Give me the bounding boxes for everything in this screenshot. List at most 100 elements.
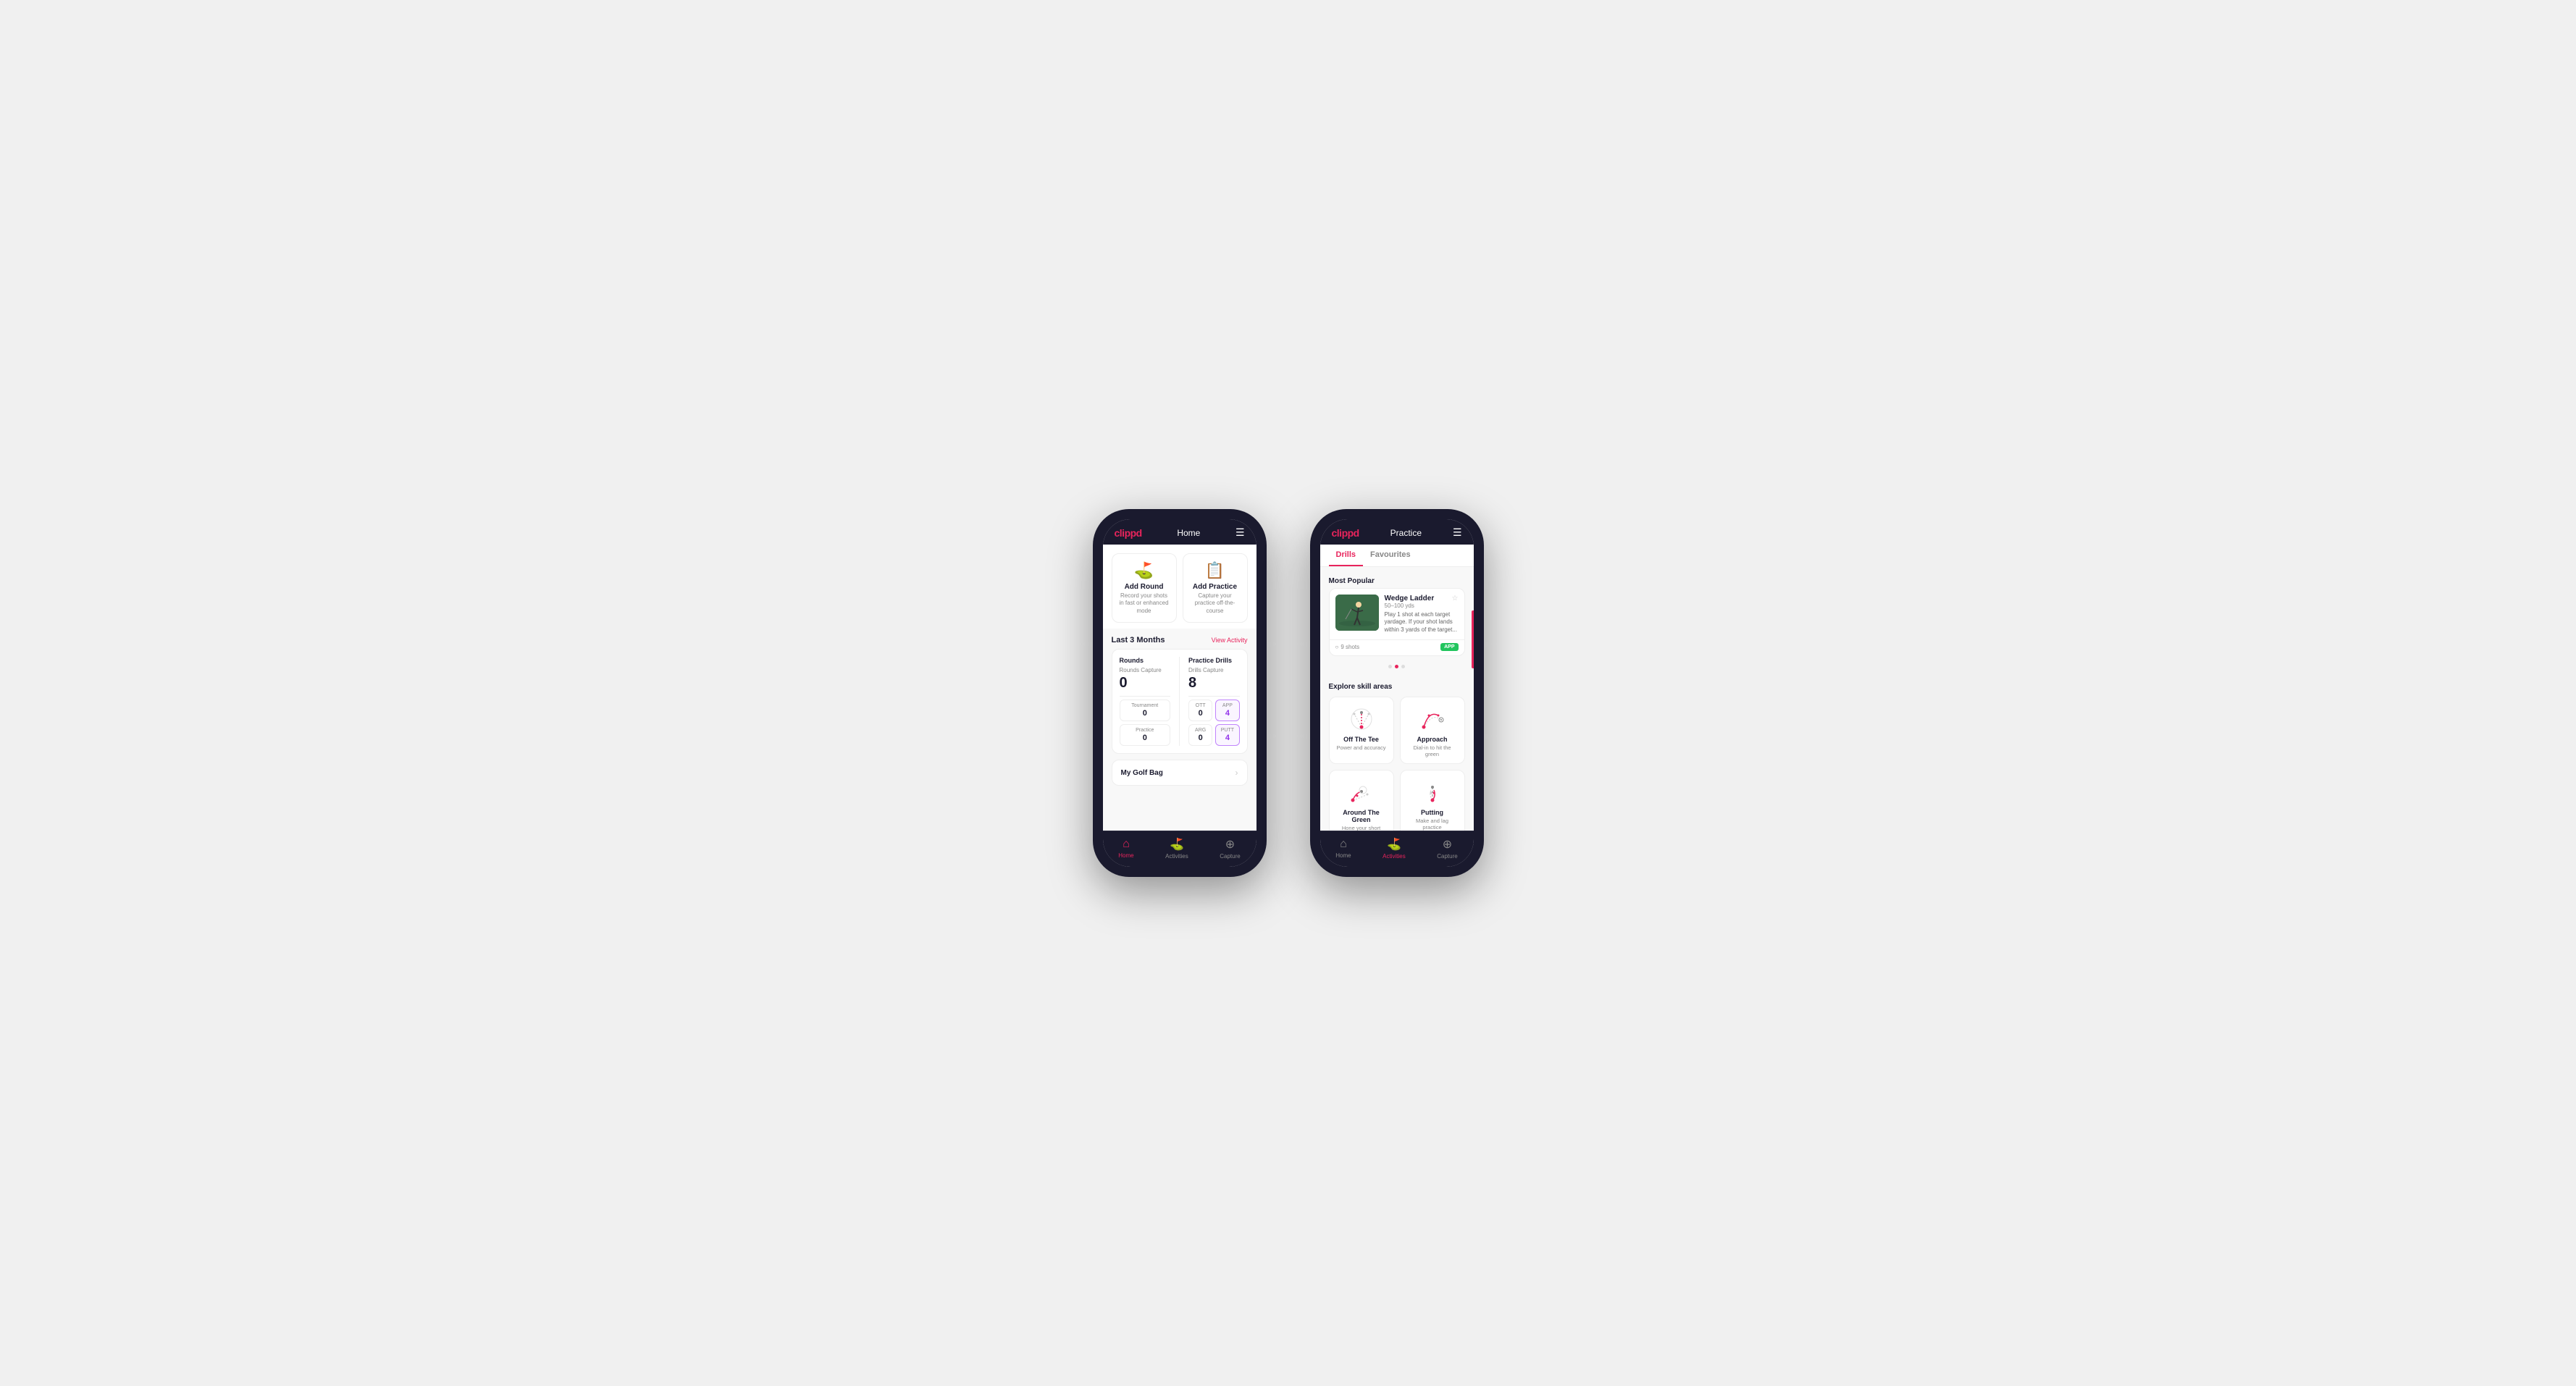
tournament-val: 0	[1123, 709, 1167, 718]
top-bar-home: clippd Home ☰	[1103, 519, 1256, 545]
atg-icon-wrap	[1346, 779, 1377, 805]
drills-capture-label: Drills Capture	[1188, 667, 1240, 673]
skill-areas-title: Explore skill areas	[1320, 679, 1474, 694]
phone-practice: clippd Practice ☰ Drills Favourites Most…	[1310, 509, 1484, 877]
nav-capture[interactable]: ⊕ Capture	[1220, 837, 1240, 860]
favourite-star[interactable]: ☆	[1452, 595, 1459, 602]
bottom-nav-home: ⌂ Home ⛳ Activities ⊕ Capture	[1103, 831, 1256, 867]
tab-drills[interactable]: Drills	[1329, 545, 1364, 566]
nav-activities-p2[interactable]: ⛳ Activities	[1383, 837, 1406, 860]
home-nav-label-p2: Home	[1335, 852, 1351, 859]
drill-description: Play 1 shot at each target yardage. If y…	[1385, 611, 1459, 634]
rounds-breakdown: Tournament 0	[1120, 700, 1171, 721]
drills-title: Practice Drills	[1188, 657, 1240, 664]
capture-nav-label: Capture	[1220, 853, 1240, 860]
capture-icon-p2: ⊕	[1443, 837, 1452, 852]
chevron-icon: ›	[1235, 768, 1238, 778]
drill-title-text: Wedge Ladder 50–100 yds	[1385, 595, 1435, 611]
activities-icon-p2: ⛳	[1387, 837, 1401, 852]
most-popular: Most Popular	[1320, 567, 1474, 679]
skill-around-the-green[interactable]: Around The Green Hone your short game	[1329, 770, 1394, 831]
practice-box: Practice 0	[1120, 724, 1171, 746]
nav-home-p2[interactable]: ⌂ Home	[1335, 838, 1351, 859]
dot-3[interactable]	[1401, 665, 1405, 668]
nav-activities[interactable]: ⛳ Activities	[1165, 837, 1188, 860]
arg-val: 0	[1192, 734, 1209, 742]
nav-capture-p2[interactable]: ⊕ Capture	[1437, 837, 1457, 860]
drill-card-wedge[interactable]: Wedge Ladder 50–100 yds ☆ Play 1 shot at…	[1329, 588, 1465, 656]
add-round-icon: ⛳	[1134, 561, 1154, 580]
putting-name: Putting	[1421, 809, 1443, 816]
rounds-column: Rounds Rounds Capture 0 Tournament 0	[1120, 657, 1171, 746]
drill-footer: ○ 9 shots APP	[1330, 639, 1464, 655]
off-the-tee-desc: Power and accuracy	[1337, 744, 1386, 751]
shots-info: ○ 9 shots	[1335, 644, 1360, 650]
skill-approach[interactable]: Approach Dial-in to hit the green	[1400, 697, 1465, 764]
drill-info: Wedge Ladder 50–100 yds ☆ Play 1 shot at…	[1385, 595, 1459, 634]
skill-putting[interactable]: Putting Make and lag practice	[1400, 770, 1465, 831]
home-content: ⛳ Add Round Record your shots in fast or…	[1103, 545, 1256, 831]
nav-home[interactable]: ⌂ Home	[1118, 838, 1133, 859]
drill-thumbnail	[1335, 595, 1379, 631]
practice-tabs: Drills Favourites	[1320, 545, 1474, 567]
putt-box: PUTT 4	[1215, 724, 1239, 746]
home-screen: clippd Home ☰ ⛳ Add Round Record your sh…	[1103, 519, 1256, 867]
capture-nav-label-p2: Capture	[1437, 853, 1457, 860]
drill-thumb-img	[1335, 595, 1379, 631]
tournament-box: Tournament 0	[1120, 700, 1171, 721]
practice-val: 0	[1123, 734, 1167, 742]
atg-desc: Hone your short game	[1335, 825, 1388, 831]
page-title-practice: Practice	[1390, 528, 1422, 538]
skill-grid: Off The Tee Power and accuracy	[1320, 694, 1474, 831]
quick-actions: ⛳ Add Round Record your shots in fast or…	[1103, 545, 1256, 629]
right-accent	[1472, 610, 1474, 668]
menu-icon-home[interactable]: ☰	[1235, 526, 1245, 539]
approach-name: Approach	[1417, 736, 1447, 743]
atg-icon-svg	[1347, 780, 1376, 805]
ott-val: 0	[1192, 709, 1209, 718]
putting-icon-svg	[1418, 780, 1447, 805]
drills-row1: OTT 0 APP 4	[1188, 700, 1240, 721]
shots-icon: ○	[1335, 644, 1339, 650]
golf-bag-row[interactable]: My Golf Bag ›	[1112, 760, 1248, 786]
most-popular-title: Most Popular	[1320, 573, 1474, 588]
skill-areas-section: Explore skill areas	[1320, 679, 1474, 831]
stats-card: Rounds Rounds Capture 0 Tournament 0	[1112, 649, 1248, 754]
activity-title: Last 3 Months	[1112, 636, 1165, 644]
drills-row2: ARG 0 PUTT 4	[1188, 724, 1240, 746]
add-round-card[interactable]: ⛳ Add Round Record your shots in fast or…	[1112, 553, 1177, 623]
activities-icon: ⛳	[1170, 837, 1184, 852]
atg-name: Around The Green	[1335, 809, 1388, 823]
view-activity-link[interactable]: View Activity	[1212, 637, 1248, 644]
add-practice-card[interactable]: 📋 Add Practice Capture your practice off…	[1183, 553, 1248, 623]
practice-content: Most Popular	[1320, 567, 1474, 831]
approach-icon-wrap	[1417, 706, 1448, 732]
shots-count: 9 shots	[1341, 644, 1359, 650]
dot-2[interactable]	[1395, 665, 1398, 668]
home-icon: ⌂	[1123, 838, 1130, 851]
tournament-label: Tournament	[1123, 703, 1167, 708]
add-practice-title: Add Practice	[1193, 583, 1237, 591]
drill-yardage: 50–100 yds	[1385, 602, 1435, 609]
bottom-nav-practice: ⌂ Home ⛳ Activities ⊕ Capture	[1320, 831, 1474, 867]
approach-desc: Dial-in to hit the green	[1406, 744, 1459, 757]
activity-header: Last 3 Months View Activity	[1103, 629, 1256, 649]
add-round-title: Add Round	[1125, 583, 1164, 591]
rounds-capture-label: Rounds Capture	[1120, 667, 1171, 673]
menu-icon-practice[interactable]: ☰	[1453, 526, 1462, 539]
tee-icon-svg	[1347, 707, 1376, 731]
drill-name: Wedge Ladder	[1385, 595, 1435, 602]
skill-off-the-tee[interactable]: Off The Tee Power and accuracy	[1329, 697, 1394, 764]
arg-box: ARG 0	[1188, 724, 1212, 746]
golfer-svg	[1335, 595, 1379, 631]
app-box: APP 4	[1215, 700, 1239, 721]
rounds-title: Rounds	[1120, 657, 1171, 664]
dot-1[interactable]	[1388, 665, 1392, 668]
app-badge: APP	[1440, 643, 1458, 651]
phone-home: clippd Home ☰ ⛳ Add Round Record your sh…	[1093, 509, 1267, 877]
activities-nav-label-p2: Activities	[1383, 853, 1406, 860]
tab-favourites[interactable]: Favourites	[1363, 545, 1418, 566]
practice-label: Practice	[1123, 728, 1167, 733]
off-the-tee-name: Off The Tee	[1343, 736, 1379, 743]
drill-title-row: Wedge Ladder 50–100 yds ☆	[1385, 595, 1459, 611]
